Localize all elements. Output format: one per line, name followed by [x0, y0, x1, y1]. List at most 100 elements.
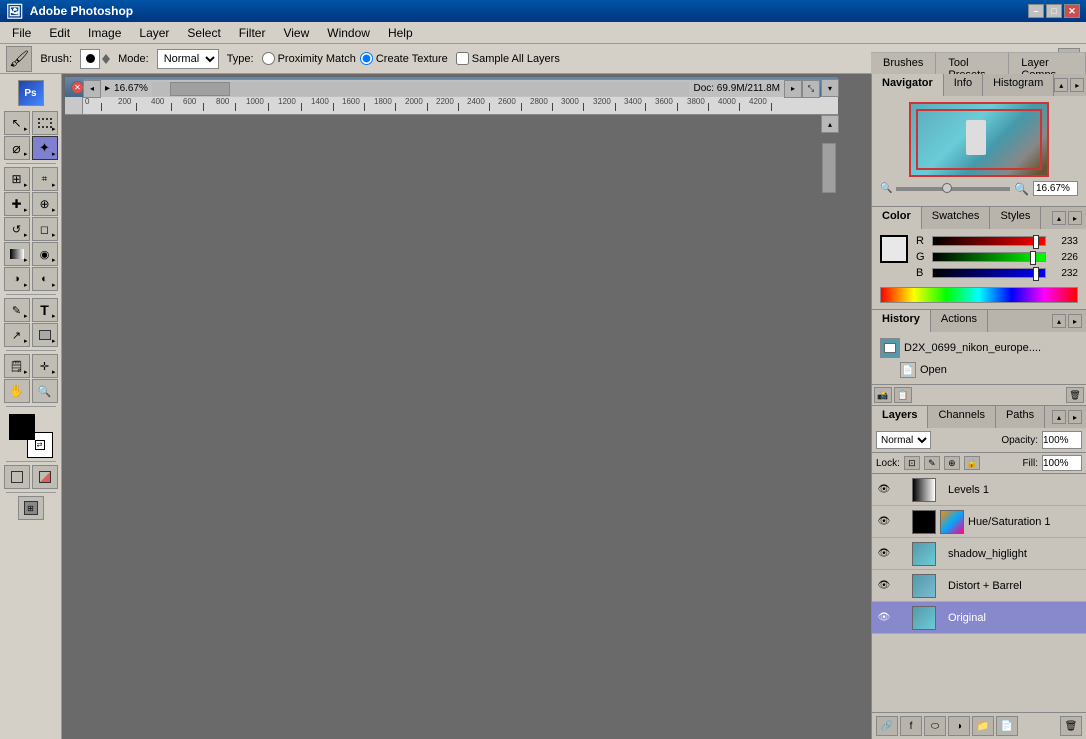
- zoom-tool[interactable]: 🔍: [32, 379, 58, 403]
- lasso-tool[interactable]: ⌀ ▸: [4, 136, 30, 160]
- tab-history[interactable]: History: [872, 310, 931, 332]
- layer-row-distort[interactable]: 👁 Distort + Barrel: [872, 570, 1086, 602]
- quick-mask-btn[interactable]: [32, 465, 58, 489]
- menu-edit[interactable]: Edit: [41, 24, 78, 42]
- history-delete-btn[interactable]: 🗑: [1066, 387, 1084, 403]
- tab-layers[interactable]: Layers: [872, 406, 928, 428]
- close-button[interactable]: ✕: [1064, 4, 1080, 18]
- foreground-color[interactable]: [9, 414, 35, 440]
- shape-tool[interactable]: ▸: [32, 323, 58, 347]
- tool-presets-tab[interactable]: Tool Presets: [936, 52, 1009, 75]
- scroll-left-btn[interactable]: ◂: [83, 80, 101, 98]
- layer-row-levels[interactable]: 👁 Levels 1: [872, 474, 1086, 506]
- dodge-tool[interactable]: ◑ ▸: [4, 267, 30, 291]
- mode-select[interactable]: Normal: [157, 49, 219, 69]
- layer-eye-hue[interactable]: 👁: [876, 514, 892, 530]
- magic-wand-tool[interactable]: ✦ ▸: [32, 136, 58, 160]
- marquee-tool[interactable]: ▸: [32, 111, 58, 135]
- maximize-button[interactable]: □: [1046, 4, 1062, 18]
- menu-image[interactable]: Image: [80, 24, 129, 42]
- sample-all-layers-group[interactable]: Sample All Layers: [456, 52, 560, 65]
- tab-navigator[interactable]: Navigator: [872, 74, 944, 96]
- burn-tool[interactable]: ◐ ▸: [32, 267, 58, 291]
- fg-color-swatch[interactable]: [880, 235, 908, 263]
- healing-brush-tool[interactable]: ✚ ▸: [4, 192, 30, 216]
- tab-color[interactable]: Color: [872, 207, 922, 229]
- scroll-right-btn[interactable]: ▸: [784, 80, 802, 98]
- lock-image-btn[interactable]: ✎: [924, 456, 940, 470]
- layers-panel-menu-btn[interactable]: ▸: [1068, 410, 1082, 424]
- navigator-preview[interactable]: [909, 102, 1049, 177]
- proximity-match-radio[interactable]: Proximity Match: [262, 52, 356, 65]
- tab-info[interactable]: Info: [944, 74, 983, 96]
- color-spectrum[interactable]: [880, 287, 1078, 303]
- nav-panel-collapse-btn[interactable]: ▴: [1054, 78, 1068, 92]
- zoom-in-icon[interactable]: 🔍: [1014, 182, 1029, 196]
- create-texture-radio[interactable]: Create Texture: [360, 52, 448, 65]
- layers-panel-collapse-btn[interactable]: ▴: [1052, 410, 1066, 424]
- scroll-down-btn[interactable]: ▾: [821, 79, 839, 97]
- menu-help[interactable]: Help: [380, 24, 421, 42]
- notes-tool[interactable]: 🗒 ▸: [4, 354, 30, 378]
- lock-all-btn[interactable]: 🔒: [964, 456, 980, 470]
- tab-swatches[interactable]: Swatches: [922, 207, 991, 229]
- blur-tool[interactable]: ◉ ▸: [32, 242, 58, 266]
- layer-eye-distort[interactable]: 👁: [876, 578, 892, 594]
- pen-tool[interactable]: ✎ ▸: [4, 298, 30, 322]
- history-open[interactable]: 📄 Open: [876, 360, 1082, 380]
- history-new-snapshot-btn[interactable]: 📸: [874, 387, 892, 403]
- lock-position-btn[interactable]: ⊕: [944, 456, 960, 470]
- stamp-tool[interactable]: ⊕ ▸: [32, 192, 58, 216]
- b-slider[interactable]: [932, 268, 1046, 278]
- brushes-tab[interactable]: Brushes: [871, 52, 936, 75]
- slice-tool[interactable]: ⌗ ▸: [32, 167, 58, 191]
- tab-channels[interactable]: Channels: [928, 406, 995, 428]
- tab-actions[interactable]: Actions: [931, 310, 988, 332]
- minimize-button[interactable]: –: [1028, 4, 1044, 18]
- move-tool[interactable]: ↖ ▸: [4, 111, 30, 135]
- swap-colors-icon[interactable]: ⇄: [35, 440, 45, 450]
- sample-all-layers-checkbox[interactable]: [456, 52, 469, 65]
- history-panel-collapse-btn[interactable]: ▴: [1052, 314, 1066, 328]
- menu-filter[interactable]: Filter: [231, 24, 274, 42]
- menu-file[interactable]: File: [4, 24, 39, 42]
- brush-size-control[interactable]: [80, 49, 110, 69]
- opacity-input[interactable]: [1042, 431, 1082, 449]
- layer-eye-shadow[interactable]: 👁: [876, 546, 892, 562]
- layer-row-original[interactable]: 👁 Original: [872, 602, 1086, 634]
- g-slider[interactable]: [932, 252, 1046, 262]
- tab-histogram[interactable]: Histogram: [983, 74, 1054, 96]
- menu-window[interactable]: Window: [319, 24, 378, 42]
- layer-style-btn[interactable]: f: [900, 716, 922, 736]
- gradient-tool[interactable]: ▸: [4, 242, 30, 266]
- layer-eye-original[interactable]: 👁: [876, 610, 892, 626]
- type-tool[interactable]: T ▸: [32, 298, 58, 322]
- layer-eye-levels[interactable]: 👁: [876, 482, 892, 498]
- r-thumb[interactable]: [1033, 235, 1039, 249]
- layer-adjustment-btn[interactable]: ◑: [948, 716, 970, 736]
- standard-mode-btn[interactable]: [4, 465, 30, 489]
- lock-transparent-btn[interactable]: ⊡: [904, 456, 920, 470]
- r-slider[interactable]: [932, 236, 1046, 246]
- doc-status-arrow[interactable]: ▸: [105, 83, 110, 94]
- screen-mode-btn[interactable]: ⊞: [18, 496, 44, 520]
- hand-tool[interactable]: ✋: [4, 379, 30, 403]
- crop-tool[interactable]: ⊞ ▸: [4, 167, 30, 191]
- history-snapshot[interactable]: D2X_0699_nikon_europe....: [876, 336, 1082, 360]
- layer-mask-btn[interactable]: ⬭: [924, 716, 946, 736]
- menu-select[interactable]: Select: [179, 24, 228, 42]
- tab-paths[interactable]: Paths: [996, 406, 1045, 428]
- nav-panel-menu-btn[interactable]: ▸: [1070, 78, 1084, 92]
- zoom-thumb[interactable]: [942, 183, 952, 193]
- zoom-slider[interactable]: [896, 187, 1010, 191]
- fg-bg-area[interactable]: ⇄: [9, 414, 53, 458]
- color-panel-menu-btn[interactable]: ▸: [1068, 211, 1082, 225]
- color-panel-collapse-btn[interactable]: ▴: [1052, 211, 1066, 225]
- layer-link-btn[interactable]: 🔗: [876, 716, 898, 736]
- eyedropper-tool[interactable]: ✛ ▸: [32, 354, 58, 378]
- h-scroll-track[interactable]: [152, 82, 690, 96]
- brush-preview[interactable]: [80, 49, 100, 69]
- history-brush-tool[interactable]: ↺ ▸: [4, 217, 30, 241]
- layer-group-btn[interactable]: 📁: [972, 716, 994, 736]
- fill-input[interactable]: [1042, 455, 1082, 471]
